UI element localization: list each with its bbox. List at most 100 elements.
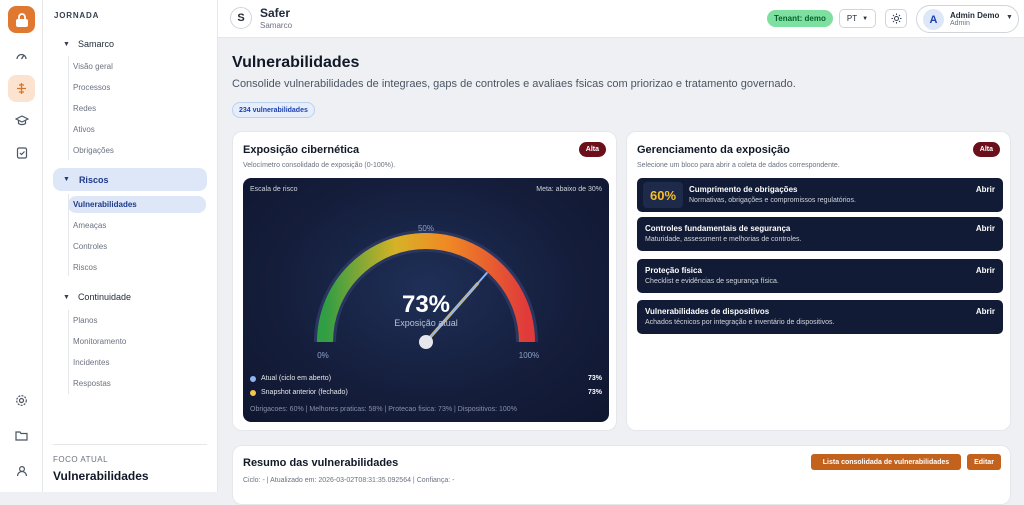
edit-button[interactable]: Editar <box>967 454 1001 470</box>
sidebar-item-vulnerabilidades[interactable]: Vulnerabilidades <box>68 196 206 213</box>
current-focus-value: Vulnerabilidades <box>53 469 149 483</box>
gauge-tick-min: 0% <box>317 351 329 360</box>
summary-meta: Ciclo: - | Atualizado em: 2026-03-02T08:… <box>243 477 455 484</box>
caret-down-icon: ▼ <box>63 293 70 301</box>
sidebar-item-obrigacoes[interactable]: Obrigações <box>73 146 114 155</box>
legend-value: 73% <box>587 375 602 382</box>
block-title: Proteção física <box>645 266 702 275</box>
caret-down-icon: ▼ <box>63 176 70 183</box>
exposure-management-card: Gerenciamento da exposição Selecione um … <box>626 131 1011 431</box>
exposure-level-badge: Alta <box>578 142 606 157</box>
dashboard-gauge-icon[interactable] <box>8 42 35 69</box>
current-focus: FOCO ATUAL Vulnerabilidades <box>53 444 207 483</box>
user-profile-icon[interactable] <box>8 457 35 484</box>
user-avatar: A <box>923 9 944 30</box>
gauge-svg: 0% 50% 100% 73% Exposição atual <box>314 224 539 360</box>
block-description: Achados técnicos por integração e invent… <box>645 319 835 326</box>
management-title: Gerenciamento da exposição <box>637 144 790 156</box>
user-name: Admin Demo <box>950 11 1000 20</box>
lock-logo-icon[interactable] <box>8 6 35 33</box>
block-device-vulnerabilities[interactable]: Vulnerabilidades de dispositivos Achados… <box>637 300 1003 334</box>
open-button[interactable]: Abrir <box>976 307 995 316</box>
caret-down-icon: ▼ <box>63 40 70 48</box>
sidebar: JORNADA ▼ Samarco Visão geral Processos R… <box>43 0 218 492</box>
folder-icon[interactable] <box>8 422 35 449</box>
sidebar-group-continuidade[interactable]: ▼ Continuidade <box>63 292 131 302</box>
summary-title: Resumo das vulnerabilidades <box>243 457 399 469</box>
sidebar-item-incidentes[interactable]: Incidentes <box>73 358 109 367</box>
top-bar: S Safer Samarco Tenant: demo PT ▼ A Admin… <box>218 0 1024 38</box>
block-description: Checklist e evidências de segurança físi… <box>645 278 779 285</box>
app-avatar: S <box>230 7 252 29</box>
block-description: Maturidade, assessment e melhorias de co… <box>645 236 802 243</box>
page-title: Vulnerabilidades <box>232 54 360 71</box>
legend-value: 73% <box>587 389 602 396</box>
sidebar-group-label: Continuidade <box>77 292 131 302</box>
sidebar-item-processos[interactable]: Processos <box>73 83 110 92</box>
sidebar-item-ativos[interactable]: Ativos <box>73 125 95 134</box>
management-subtitle: Selecione um bloco para abrir a coleta d… <box>637 162 840 169</box>
chevron-down-icon: ▼ <box>862 15 869 22</box>
exposure-subtitle: Velocímetro consolidado de exposição (0-… <box>243 162 396 169</box>
sidebar-item-planos[interactable]: Planos <box>73 316 97 325</box>
risk-network-icon[interactable] <box>8 75 35 102</box>
legend-label: Atual (ciclo em aberto) <box>261 375 332 382</box>
sidebar-item-redes[interactable]: Redes <box>73 104 96 113</box>
sidebar-item-respostas[interactable]: Respostas <box>73 379 111 388</box>
sidebar-group-riscos[interactable]: ▼ Riscos <box>53 168 207 191</box>
open-button[interactable]: Abrir <box>976 185 995 194</box>
current-focus-label: FOCO ATUAL <box>53 455 109 464</box>
sidebar-group-label: Riscos <box>78 174 109 185</box>
legend-label: Snapshot anterior (fechado) <box>261 389 348 396</box>
summary-card: Resumo das vulnerabilidades Ciclo: - | A… <box>232 445 1011 505</box>
page-subtitle: Consolide vulnerabilidades de integraes,… <box>232 78 796 90</box>
management-level-badge: Alta <box>972 142 1000 157</box>
block-percent: 60% <box>643 182 683 208</box>
chevron-down-icon: ▼ <box>1006 14 1013 21</box>
gauge-tick-max: 100% <box>519 351 539 360</box>
graduation-cap-icon[interactable] <box>8 107 35 134</box>
block-physical-protection[interactable]: Proteção física Checklist e evidências d… <box>637 259 1003 293</box>
tenant-badge: Tenant: demo <box>767 10 833 27</box>
sidebar-item-monitoramento[interactable]: Monitoramento <box>73 337 126 346</box>
user-role: Admin <box>950 20 970 27</box>
sidebar-item-visao-geral[interactable]: Visão geral <box>73 62 113 71</box>
clipboard-check-icon[interactable] <box>8 139 35 166</box>
block-description: Normativas, obrigações e compromissos re… <box>689 197 856 204</box>
exposure-gauge: Escala de risco Meta: abaixo de 30% 0% 5… <box>243 178 609 422</box>
user-menu[interactable]: A Admin Demo Admin ▼ <box>916 5 1019 33</box>
sidebar-group-samarco[interactable]: ▼ Samarco <box>63 39 114 49</box>
gauge-hub <box>419 335 433 349</box>
org-name: Samarco <box>260 21 293 30</box>
tree-line <box>68 310 69 394</box>
consolidated-list-button[interactable]: Lista consolidada de vulnerabilidades <box>811 454 961 470</box>
legend-dot-current <box>250 375 256 382</box>
block-title: Vulnerabilidades de dispositivos <box>645 307 770 316</box>
open-button[interactable]: Abrir <box>976 266 995 275</box>
gauge-breakdown: Obrigacoes: 60% | Melhores praticas: 58%… <box>250 406 517 413</box>
legend-previous: Snapshot anterior (fechado) <box>250 389 348 396</box>
open-button[interactable]: Abrir <box>976 224 995 233</box>
sun-icon <box>891 13 901 24</box>
block-obligations[interactable]: 60% Cumprimento de obrigações Normativas… <box>637 178 1003 212</box>
theme-toggle-button[interactable] <box>885 9 907 28</box>
legend-dot-previous <box>250 389 256 396</box>
block-title: Controles fundamentais de segurança <box>645 224 791 233</box>
sidebar-item-controles[interactable]: Controles <box>73 242 107 251</box>
gauge-value-label: Exposição atual <box>394 318 458 328</box>
vulnerability-count-badge: 234 vulnerabilidades <box>232 102 315 118</box>
block-controls[interactable]: Controles fundamentais de segurança Matu… <box>637 217 1003 251</box>
app-name: Safer <box>260 6 291 20</box>
sidebar-item-riscos[interactable]: Riscos <box>73 263 97 272</box>
gauge-value: 73% <box>402 291 450 318</box>
sidebar-group-label: Samarco <box>77 39 114 49</box>
sidebar-section-title: JORNADA <box>54 11 100 20</box>
sidebar-item-ameacas[interactable]: Ameaças <box>73 221 106 230</box>
icon-rail <box>0 0 43 492</box>
exposure-card: Exposição cibernética Velocímetro consol… <box>232 131 617 431</box>
tree-line <box>68 56 69 160</box>
language-select[interactable]: PT ▼ <box>839 9 876 28</box>
settings-gear-icon[interactable] <box>8 387 35 414</box>
legend-current: Atual (ciclo em aberto) <box>250 375 331 382</box>
exposure-title: Exposição cibernética <box>243 144 360 156</box>
